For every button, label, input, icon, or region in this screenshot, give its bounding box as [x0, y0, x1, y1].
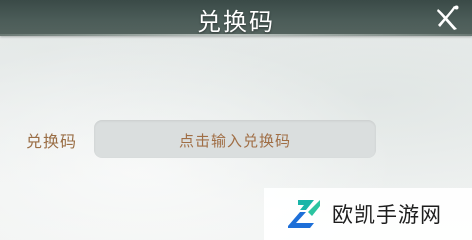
- dialog-title: 兑换码: [197, 8, 275, 36]
- redeem-code-input[interactable]: 点击输入兑换码: [94, 120, 376, 158]
- close-icon: [437, 5, 459, 30]
- ok-logo-icon: [288, 200, 320, 228]
- watermark-text: 欧凯手游网: [332, 203, 442, 227]
- watermark: 欧凯手游网: [264, 188, 472, 240]
- title-bar: 兑换码: [0, 0, 472, 36]
- redeem-code-label: 兑换码: [26, 132, 78, 151]
- redeem-code-placeholder: 点击输入兑换码: [178, 132, 291, 150]
- close-button[interactable]: [432, 3, 462, 33]
